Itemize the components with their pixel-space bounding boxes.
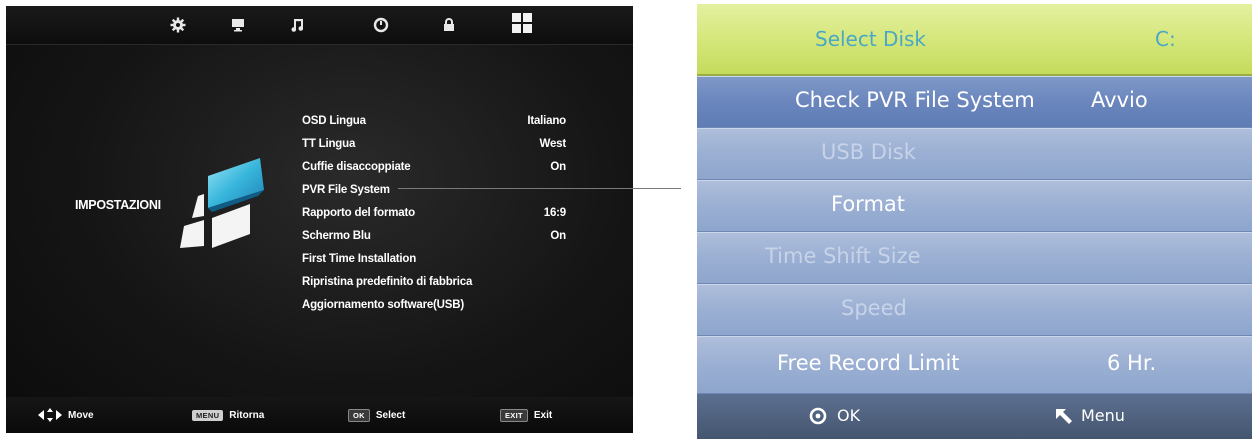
- menu-item-label: Aggiornamento software(USB): [302, 299, 464, 311]
- lock-icon[interactable]: [440, 16, 458, 34]
- menu-hint-label: Ritorna: [229, 409, 265, 421]
- row-label: Format: [831, 192, 906, 216]
- menu-key: MENU: [192, 409, 224, 421]
- select-disk-value: C:: [1155, 27, 1176, 51]
- monitor-icon[interactable]: [229, 16, 247, 34]
- pvr-footer: OK Menu: [697, 394, 1252, 439]
- menu-item-label: PVR File System: [302, 184, 390, 196]
- music-note-icon[interactable]: [289, 16, 307, 34]
- menu-item-label: Schermo Blu: [302, 230, 371, 242]
- row-label: USB Disk: [821, 140, 916, 164]
- row-value: Avvio: [1091, 88, 1148, 112]
- row-value: 6 Hr.: [1107, 351, 1157, 375]
- menu-item-aggiornamento-software[interactable]: Aggiornamento software(USB): [302, 294, 584, 317]
- ok-key: OK: [348, 408, 370, 422]
- menu-item-value: On: [550, 161, 566, 173]
- select-hint-label: Select: [375, 409, 406, 421]
- clock-icon[interactable]: [372, 16, 390, 34]
- usb-disk-row: USB Disk: [697, 128, 1252, 180]
- return-arrow-icon: [1056, 408, 1072, 424]
- select-disk-label: Select Disk: [815, 27, 927, 51]
- pvr-file-system-panel: Select Disk C: Check PVR File System Avv…: [697, 4, 1252, 439]
- menu-item-label: Rapporto del formato: [302, 207, 415, 219]
- move-hint: Move: [38, 405, 94, 425]
- gear-icon[interactable]: [169, 16, 187, 34]
- settings-cube-icon: [180, 158, 264, 248]
- move-label: Move: [68, 409, 94, 421]
- row-label: Time Shift Size: [765, 244, 921, 268]
- row-label: Free Record Limit: [777, 351, 960, 375]
- format-row[interactable]: Format: [697, 180, 1252, 232]
- settings-menu: OSD Lingua Italiano TT Lingua West Cuffi…: [302, 110, 584, 317]
- section-title: IMPOSTAZIONI: [75, 198, 161, 212]
- menu-item-tt-lingua[interactable]: TT Lingua West: [302, 133, 584, 156]
- callout-line: [398, 188, 681, 189]
- menu-item-label: OSD Lingua: [302, 115, 366, 127]
- select-hint[interactable]: OK Select: [348, 405, 405, 425]
- menu-item-label: Ripristina predefinito di fabbrica: [302, 276, 473, 288]
- tv-settings-screen: IMPOSTAZIONI OSD Lingua Italiano TT Ling…: [6, 6, 633, 433]
- speed-row: Speed: [697, 284, 1252, 336]
- grid-icon[interactable]: [511, 12, 532, 33]
- menu-hint[interactable]: MENU Ritorna: [192, 405, 264, 425]
- time-shift-size-row: Time Shift Size: [697, 232, 1252, 284]
- menu-item-schermo-blu[interactable]: Schermo Blu On: [302, 225, 584, 248]
- row-label: Check PVR File System: [795, 88, 1035, 112]
- menu-item-first-time-installation[interactable]: First Time Installation: [302, 248, 584, 271]
- category-bar: [6, 6, 633, 45]
- menu-item-value: On: [550, 230, 566, 242]
- menu-item-ripristina[interactable]: Ripristina predefinito di fabbrica: [302, 271, 584, 294]
- menu-item-label: First Time Installation: [302, 253, 417, 265]
- menu-item-cuffie[interactable]: Cuffie disaccoppiate On: [302, 156, 584, 179]
- exit-hint[interactable]: EXIT Exit: [500, 405, 552, 425]
- menu-hint[interactable]: Menu: [1055, 406, 1125, 425]
- ok-hint[interactable]: OK: [809, 406, 860, 425]
- ok-label: OK: [837, 406, 861, 425]
- menu-item-rapporto-formato[interactable]: Rapporto del formato 16:9: [302, 202, 584, 225]
- menu-item-label: TT Lingua: [302, 138, 356, 150]
- tv-help-bar: Move MENU Ritorna OK Select EXIT Exit: [6, 397, 633, 433]
- row-label: Speed: [841, 296, 907, 320]
- ok-circle-icon: [809, 407, 827, 424]
- menu-item-value: 16:9: [543, 207, 566, 219]
- select-disk-row[interactable]: Select Disk C:: [697, 4, 1252, 76]
- menu-item-label: Cuffie disaccoppiate: [302, 161, 411, 173]
- menu-item-osd-lingua[interactable]: OSD Lingua Italiano: [302, 110, 584, 133]
- menu-label: Menu: [1081, 406, 1125, 425]
- exit-hint-label: Exit: [533, 409, 553, 421]
- exit-key: EXIT: [500, 408, 528, 422]
- free-record-limit-row[interactable]: Free Record Limit 6 Hr.: [697, 336, 1252, 394]
- four-way-arrow-icon: [38, 408, 62, 422]
- menu-item-value: West: [539, 138, 567, 150]
- check-pvr-file-system-row[interactable]: Check PVR File System Avvio: [697, 76, 1252, 128]
- menu-item-pvr-file-system[interactable]: PVR File System: [302, 179, 584, 202]
- menu-item-value: Italiano: [527, 115, 566, 127]
